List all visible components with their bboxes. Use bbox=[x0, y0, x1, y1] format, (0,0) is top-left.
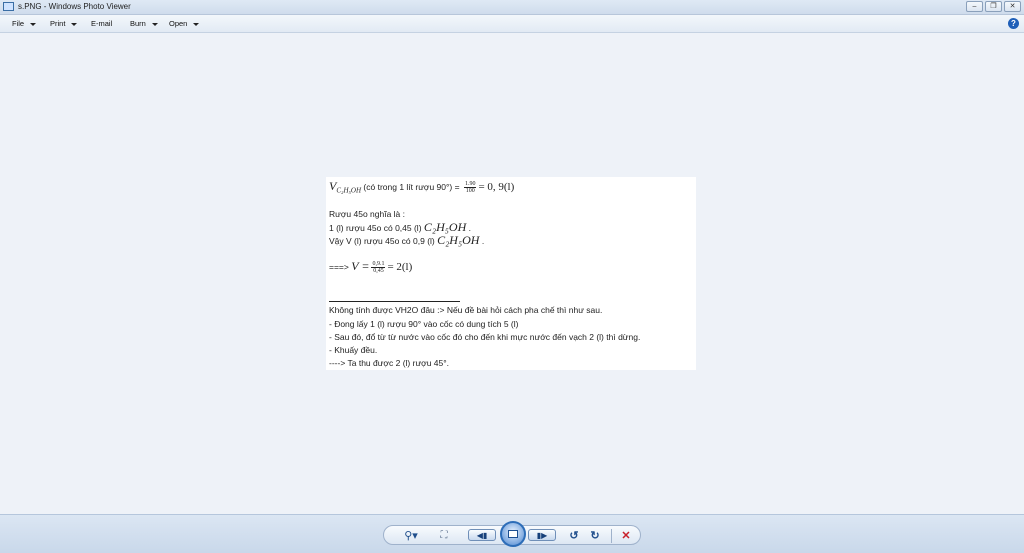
rotate-counterclockwise-icon[interactable]: ↺ bbox=[567, 529, 581, 543]
variable-v: V = bbox=[351, 259, 370, 273]
help-icon[interactable]: ? bbox=[1008, 18, 1019, 29]
note-line: ----> Ta thu được 2 (l) rượu 45°. bbox=[329, 358, 450, 368]
chemical-formula: C₂H₅OH bbox=[423, 220, 467, 234]
volume-equation: VC₂H₅OH (có trong 1 lít rượu 90°) = 1.90… bbox=[329, 180, 515, 197]
previous-button[interactable]: ◀▮ bbox=[468, 529, 496, 541]
chevron-down-icon bbox=[30, 22, 37, 26]
title-bar: s.PNG - Windows Photo Viewer – ❐ ✕ bbox=[0, 0, 1024, 15]
menu-open-label: Open bbox=[169, 19, 188, 28]
divider bbox=[329, 301, 460, 302]
menu-file-label: File bbox=[12, 19, 25, 28]
chevron-down-icon bbox=[193, 22, 200, 26]
text-segment: 1 (l) rượu 45o có 0,45 (l) bbox=[329, 223, 424, 233]
actual-size-icon[interactable]: ⛶ bbox=[436, 529, 452, 543]
note-line: - Sau đó, đổ từ từ nước vào cốc đó cho đ… bbox=[329, 332, 641, 342]
zoom-icon[interactable]: ⚲▾ bbox=[400, 529, 422, 543]
minimize-button[interactable]: – bbox=[966, 1, 983, 12]
fraction-numerator: 0,9.1 bbox=[371, 261, 386, 269]
fraction-denominator: 100 bbox=[465, 188, 475, 195]
note-line: - Khuấy đều. bbox=[329, 345, 378, 355]
menu-email[interactable]: E-mail bbox=[91, 15, 112, 32]
menu-bar: File Print E-mail Burn Open ? bbox=[0, 15, 1024, 33]
slideshow-icon bbox=[508, 530, 518, 538]
menu-print[interactable]: Print bbox=[50, 15, 78, 32]
window-title: s.PNG - Windows Photo Viewer bbox=[18, 2, 131, 11]
note-line: - Đong lấy 1 (l) rượu 90° vào cốc có dun… bbox=[329, 319, 519, 329]
displayed-image: VC₂H₅OH (có trong 1 lít rượu 90°) = 1.90… bbox=[326, 177, 696, 370]
fraction-numerator: 1.90 bbox=[463, 181, 477, 189]
toolbar-separator bbox=[611, 529, 612, 543]
arrow-prefix: ===> bbox=[329, 262, 352, 272]
equation-result: = 2(l) bbox=[387, 261, 413, 273]
restore-button[interactable]: ❐ bbox=[985, 1, 1002, 12]
menu-print-label: Print bbox=[50, 19, 66, 28]
delete-icon[interactable]: ✕ bbox=[619, 529, 633, 543]
fraction: 1.90 100 bbox=[463, 181, 477, 195]
fraction: 0,9.1 0,45 bbox=[371, 261, 386, 275]
menu-email-label: E-mail bbox=[91, 19, 113, 28]
chevron-down-icon bbox=[71, 22, 78, 26]
close-button[interactable]: ✕ bbox=[1004, 1, 1021, 12]
note-line: Không tính được VH2O đâu :> Nếu đề bài h… bbox=[329, 305, 603, 315]
result-equation: ===> V = 0,9.1 0,45 = 2(l) bbox=[329, 259, 413, 275]
text-line: Vậy V (l) rượu 45o có 0,9 (l) C₂H₅OH . bbox=[329, 233, 485, 247]
text-segment: . bbox=[479, 236, 485, 246]
text-segment: . bbox=[466, 223, 471, 233]
chemical-formula: C₂H₅OH bbox=[437, 233, 480, 247]
equation-text: (có trong 1 lít rượu 90°) = bbox=[361, 182, 462, 192]
photo-viewer-icon bbox=[3, 2, 14, 11]
next-button[interactable]: ▮▶ bbox=[528, 529, 556, 541]
window-controls: – ❐ ✕ bbox=[964, 1, 1021, 13]
text-line: Rượu 45o nghĩa là : bbox=[329, 209, 406, 219]
rotate-clockwise-icon[interactable]: ↻ bbox=[588, 529, 602, 543]
text-segment: Vậy V (l) rượu 45o có 0,9 (l) bbox=[329, 236, 438, 246]
bottom-toolbar: ⚲▾ ⛶ ◀▮ ▮▶ ↺ ↻ ✕ bbox=[0, 514, 1024, 553]
menu-burn-label: Burn bbox=[130, 19, 146, 28]
menu-file[interactable]: File bbox=[12, 15, 37, 32]
slideshow-button[interactable] bbox=[500, 521, 526, 547]
menu-burn[interactable]: Burn bbox=[130, 15, 158, 32]
menu-open[interactable]: Open bbox=[169, 15, 200, 32]
control-pill: ⚲▾ ⛶ ◀▮ ▮▶ ↺ ↻ ✕ bbox=[383, 521, 641, 547]
variable-subscript: C₂H₅OH bbox=[336, 186, 362, 195]
chevron-down-icon bbox=[151, 22, 158, 26]
fraction-denominator: 0,45 bbox=[373, 268, 384, 275]
equation-result: = 0, 9(l) bbox=[478, 181, 515, 193]
